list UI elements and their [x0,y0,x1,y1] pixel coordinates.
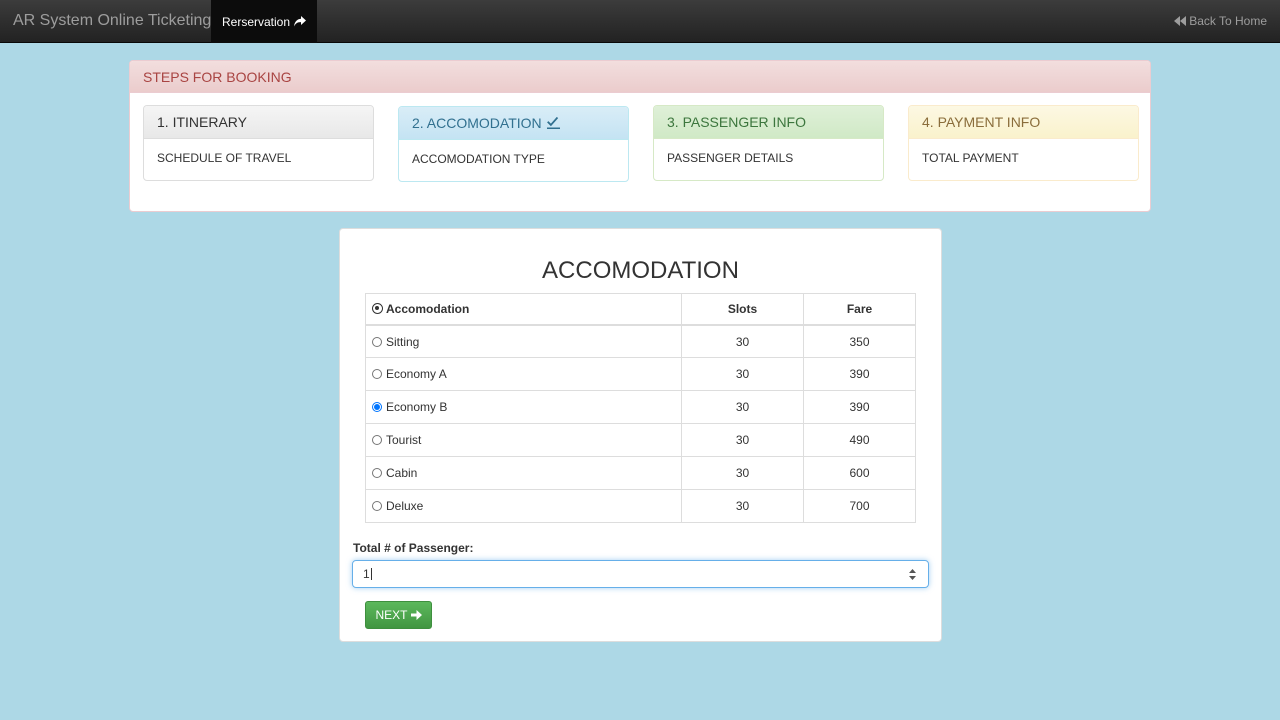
slots-cell: 30 [681,357,804,391]
radio-economy-b[interactable] [372,402,382,412]
slots-cell: 30 [681,324,804,358]
step-itinerary-title-text: 1. ITINERARY [157,114,247,130]
table-row[interactable]: Deluxe 30 700 [365,489,916,523]
accomodation-cell[interactable]: Deluxe [365,489,682,523]
header-slots: Slots [681,293,804,326]
step-payment-info-title: 4. PAYMENT INFO [909,106,1138,139]
accomodation-name: Tourist [386,433,422,447]
step-passenger-info-body: PASSENGER DETAILS [667,151,794,165]
table-row[interactable]: Sitting 30 350 [365,324,916,358]
steps-panel: STEPS FOR BOOKING 1. ITINERARY SCHEDULE … [129,60,1151,212]
table-row[interactable]: Economy A 30 390 [365,357,916,391]
accomodation-cell[interactable]: Economy A [365,357,682,391]
slots-cell: 30 [681,390,804,424]
nav-item-reservation-label: Rerservation [221,14,291,29]
top-navbar: AR System Online Ticketing Rerservation … [0,0,1280,43]
fare-cell: 700 [803,489,916,523]
accomodation-name: Deluxe [386,499,424,513]
fare-cell: 390 [803,357,916,391]
step-accomodation-title-text: 2. ACCOMODATION [412,115,542,131]
slots-cell: 30 [681,423,804,457]
header-accomodation: Accomodation [365,293,682,326]
back-to-home-link[interactable]: Back To Home [1174,14,1267,28]
accomodation-name: Economy B [386,400,448,414]
next-button[interactable]: NEXT [365,601,432,629]
slots-cell: 30 [681,489,804,523]
step-itinerary-title: 1. ITINERARY [144,106,373,139]
back-to-home-label: Back To Home [1189,14,1267,28]
header-fare: Fare [803,293,916,326]
step-passenger-info-title-text: 3. PASSENGER INFO [667,114,806,130]
edit-check-icon [546,117,560,129]
fare-cell: 490 [803,423,916,457]
table-header-row: Accomodation Slots Fare [365,293,916,326]
step-payment-info-body: TOTAL PAYMENT [922,151,1019,165]
passenger-count-input[interactable]: 1 [352,560,929,588]
step-itinerary-body: SCHEDULE OF TRAVEL [157,151,292,165]
accomodation-panel: ACCOMODATION Accomodation Slots Fare Sit… [339,228,942,642]
brand-title[interactable]: AR System Online Ticketing [13,12,211,30]
radio-cabin[interactable] [372,468,382,478]
accomodation-cell[interactable]: Cabin [365,456,682,490]
accomodation-cell[interactable]: Economy B [365,390,682,424]
accomodation-cell[interactable]: Tourist [365,423,682,457]
radio-tourist[interactable] [372,435,382,445]
slots-cell: 30 [681,456,804,490]
steps-heading: STEPS FOR BOOKING [130,61,1150,93]
header-accomodation-label: Accomodation [386,301,470,316]
text-caret [370,568,372,580]
table-row[interactable]: Tourist 30 490 [365,423,916,457]
accomodation-name: Cabin [386,466,418,480]
step-passenger-info: 3. PASSENGER INFO PASSENGER DETAILS [653,105,884,181]
fast-backward-icon [1174,16,1187,26]
page-title: ACCOMODATION [542,257,739,284]
accomodation-name: Economy A [386,367,447,381]
step-payment-info: 4. PAYMENT INFO TOTAL PAYMENT [908,105,1139,181]
radio-sitting[interactable] [372,336,382,347]
step-accomodation-body: ACCOMODATION TYPE [412,152,545,166]
passenger-count-label: Total # of Passenger: [353,541,474,555]
radio-economy-a[interactable] [372,369,382,379]
accomodation-table: Accomodation Slots Fare Sitting 30 350 E… [365,293,916,523]
next-button-label: NEXT [375,608,408,622]
step-passenger-info-title: 3. PASSENGER INFO [654,106,883,139]
accomodation-name: Sitting [386,334,420,349]
step-payment-info-title-text: 4. PAYMENT INFO [922,114,1041,130]
nav-item-reservation[interactable]: Rerservation [211,0,317,43]
radio-header-icon [372,302,383,314]
radio-deluxe[interactable] [372,501,382,511]
step-accomodation-title: 2. ACCOMODATION [399,107,628,140]
step-itinerary: 1. ITINERARY SCHEDULE OF TRAVEL [143,105,374,181]
fare-cell: 350 [803,324,916,358]
fare-cell: 390 [803,390,916,424]
accomodation-cell[interactable]: Sitting [365,324,682,358]
step-accomodation: 2. ACCOMODATION ACCOMODATION TYPE [398,106,629,182]
table-row[interactable]: Economy B 30 390 [365,390,916,424]
arrow-right-icon [410,610,422,620]
share-arrow-icon [294,16,307,27]
fare-cell: 600 [803,456,916,490]
spinner-arrows-icon[interactable] [909,569,916,580]
passenger-count-value: 1 [363,567,370,581]
table-row[interactable]: Cabin 30 600 [365,456,916,490]
